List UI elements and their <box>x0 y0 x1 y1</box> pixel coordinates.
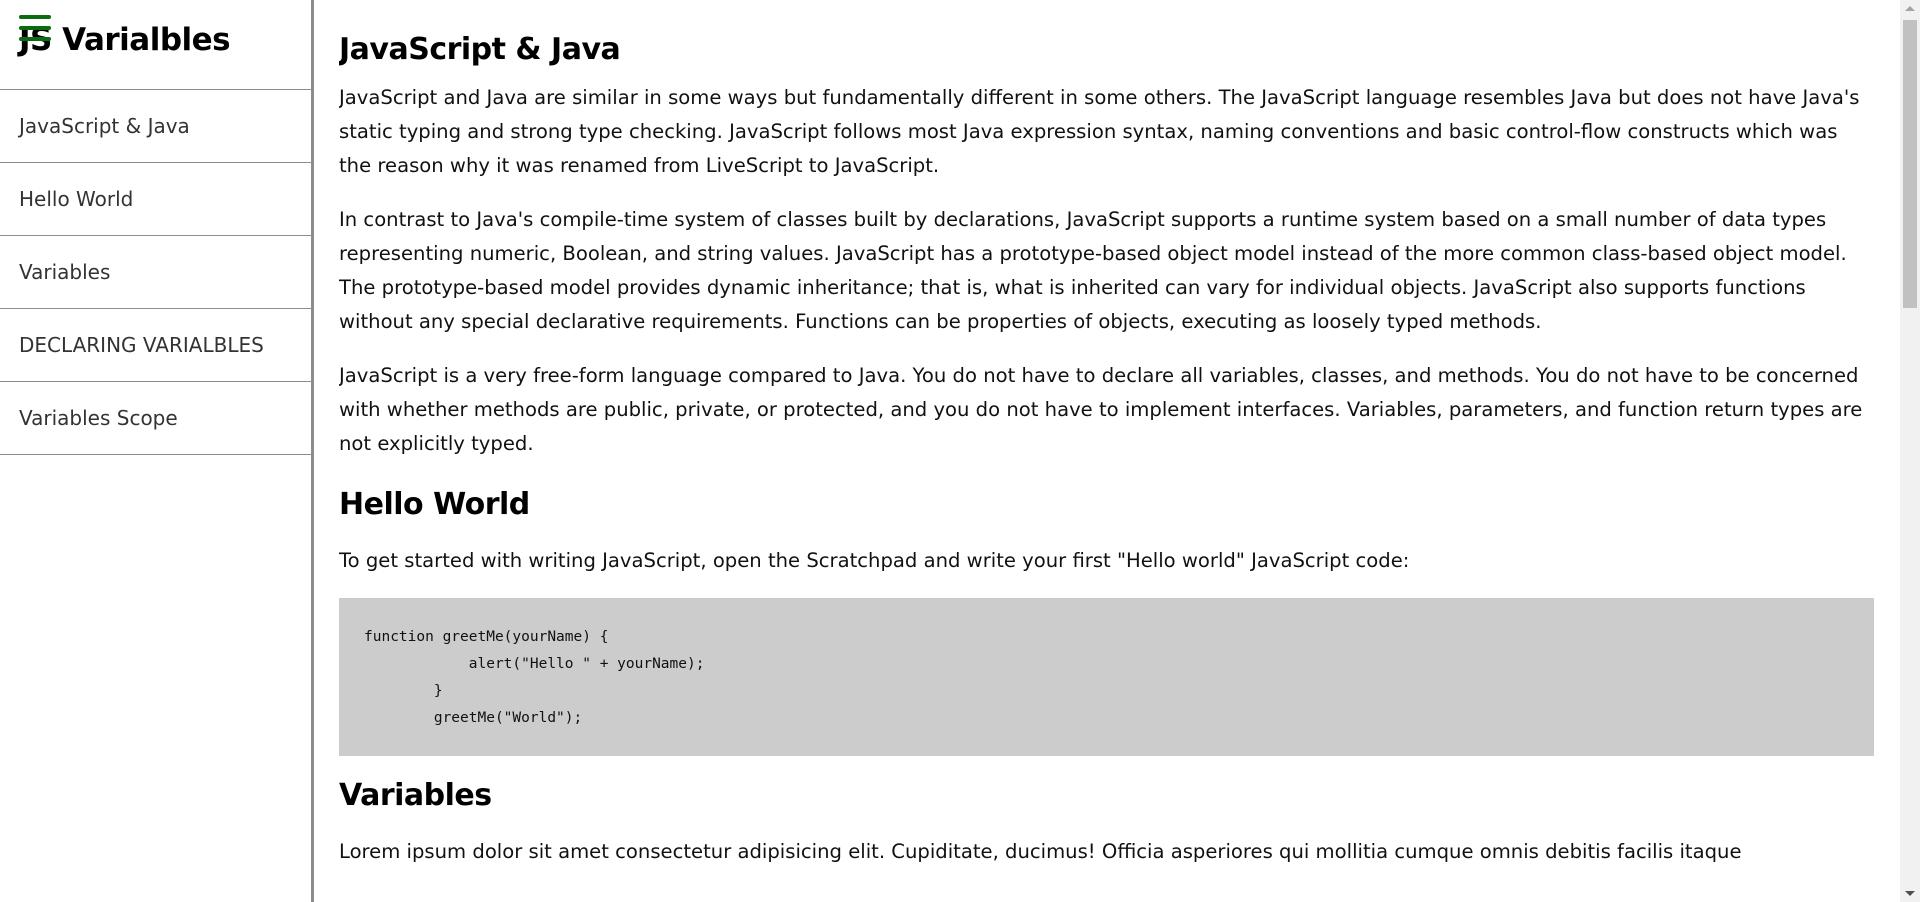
sidebar: JS Varialbles JavaScript & Java Hello Wo… <box>0 0 314 902</box>
scroll-up-icon[interactable] <box>1905 6 1915 11</box>
sidebar-item-label: DECLARING VARIALBLES <box>19 333 264 357</box>
section-hello-world: Hello World To get started with writing … <box>339 487 1874 756</box>
vertical-scrollbar[interactable] <box>1900 0 1920 902</box>
sidebar-item-label: JavaScript & Java <box>19 114 190 138</box>
sidebar-header: JS Varialbles <box>0 0 311 90</box>
sidebar-item-variables[interactable]: Variables <box>0 236 311 309</box>
sidebar-item-variables-scope[interactable]: Variables Scope <box>0 382 311 455</box>
section-javascript-java: JavaScript & Java JavaScript and Java ar… <box>339 32 1874 461</box>
sidebar-item-label: Variables Scope <box>19 406 178 430</box>
sidebar-item-label: Variables <box>19 260 111 284</box>
section-heading: Variables <box>339 778 492 813</box>
sidebar-item-javascript-java[interactable]: JavaScript & Java <box>0 90 311 163</box>
hamburger-menu-icon[interactable] <box>19 15 51 41</box>
paragraph: JavaScript and Java are similar in some … <box>339 86 1860 177</box>
paragraph: To get started with writing JavaScript, … <box>339 549 1410 572</box>
section-heading: Hello World <box>339 487 530 522</box>
main-content: JavaScript & Java JavaScript and Java ar… <box>339 0 1874 902</box>
sidebar-title: JS Varialbles <box>19 22 231 58</box>
paragraph: Lorem ipsum dolor sit amet consectetur a… <box>339 840 1742 863</box>
sidebar-item-hello-world[interactable]: Hello World <box>0 163 311 236</box>
section-heading: JavaScript & Java <box>339 32 621 67</box>
section-variables: Variables Lorem ipsum dolor sit amet con… <box>339 778 1874 869</box>
paragraph: JavaScript is a very free-form language … <box>339 364 1863 455</box>
scroll-down-icon[interactable] <box>1905 891 1915 896</box>
sidebar-item-declaring-variables[interactable]: DECLARING VARIALBLES <box>0 309 311 382</box>
scroll-thumb[interactable] <box>1903 20 1917 308</box>
code-block: function greetMe(yourName) { alert("Hell… <box>339 598 1874 756</box>
sidebar-item-label: Hello World <box>19 187 134 211</box>
paragraph: In contrast to Java's compile-time syste… <box>339 208 1847 333</box>
